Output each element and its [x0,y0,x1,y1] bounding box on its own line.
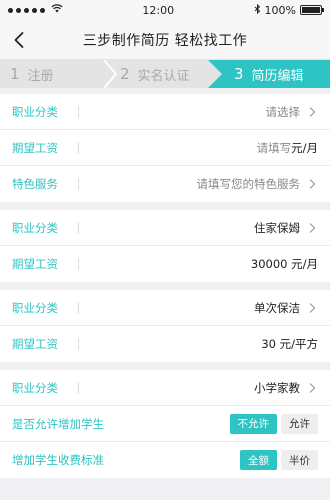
chevron-right-icon [309,222,316,233]
status-time: 12:00 [142,3,175,17]
step-progress: 1 注册 2 实名认证 3 简历编辑 [0,60,330,88]
half-fee-button[interactable]: 半价 [281,450,318,470]
category-value: 单次保洁 [254,300,300,315]
category-row[interactable]: 职业分类 请选择 [0,94,330,130]
row-label: 职业分类 [12,104,58,119]
salary-row[interactable]: 期望工资 请填写元/月 [0,130,330,166]
step-register: 1 注册 [0,60,110,88]
row-label: 增加学生收费标准 [12,453,104,467]
fee-standard-toggle: 全额 半价 [240,450,318,470]
row-label: 职业分类 [12,220,58,235]
job-card: 职业分类 住家保姆 期望工资 30000 元/月 [0,210,330,282]
allow-more-toggle: 不允许 允许 [229,413,318,434]
bluetooth-icon [254,3,261,17]
signal-indicator [8,4,63,16]
step-resume-edit: 3 简历编辑 [208,60,330,88]
category-value: 请选择 [265,104,301,119]
row-label: 职业分类 [12,380,58,395]
category-row[interactable]: 职业分类 小学家教 [0,370,330,406]
row-label: 特色服务 [12,177,58,191]
step-label: 注册 [27,68,54,84]
step-number: 1 [10,65,20,83]
row-label: 期望工资 [12,257,58,271]
job-card: 职业分类 单次保洁 期望工资 30 元/平方 [0,290,330,362]
job-card: 职业分类 请选择 期望工资 请填写元/月 特色服务 请填写您的特色服务 [0,94,330,202]
step-label: 实名认证 [137,68,190,84]
category-row[interactable]: 职业分类 单次保洁 [0,290,330,326]
salary-value[interactable]: 30000 元/月 [87,256,318,272]
wifi-icon [51,4,63,16]
special-service-value: 请填写您的特色服务 [196,177,301,191]
row-label: 职业分类 [12,300,58,315]
salary-row[interactable]: 期望工资 30000 元/月 [0,246,330,282]
chevron-right-icon [309,179,316,189]
page-title: 三步制作简历 轻松找工作 [82,32,248,49]
allow-button[interactable]: 允许 [281,413,318,434]
special-service-row[interactable]: 特色服务 请填写您的特色服务 [0,166,330,202]
battery-icon [300,5,324,15]
chevron-right-icon [309,106,316,117]
job-card: 职业分类 小学家教 是否允许增加学生 不允许 允许 增加学生收费标准 全额 半价 [0,370,330,478]
salary-value[interactable]: 30 元/平方 [87,336,318,352]
step-label: 简历编辑 [251,68,304,84]
row-label: 期望工资 [12,337,58,351]
step-number: 3 [234,65,244,83]
chevron-right-icon [309,382,316,393]
full-fee-button[interactable]: 全额 [240,450,277,470]
back-chevron-icon[interactable] [10,30,30,50]
not-allow-button[interactable]: 不允许 [229,413,277,434]
allow-more-students-row: 是否允许增加学生 不允许 允许 [0,406,330,442]
salary-value[interactable]: 请填写元/月 [87,140,318,156]
extra-student-fee-row: 增加学生收费标准 全额 半价 [0,442,330,478]
row-label: 期望工资 [12,140,58,155]
status-bar: 12:00 100% [0,0,330,20]
battery-percent: 100% [264,3,296,17]
salary-unit: 元/月 [291,140,318,155]
category-value: 住家保姆 [254,220,300,235]
step-number: 2 [120,65,130,83]
chevron-right-icon [309,302,316,313]
category-row[interactable]: 职业分类 住家保姆 [0,210,330,246]
nav-bar: 三步制作简历 轻松找工作 [0,20,330,60]
category-value: 小学家教 [254,380,300,395]
step-verify: 2 实名认证 [110,60,208,88]
salary-placeholder: 请填写 [256,140,292,155]
salary-row[interactable]: 期望工资 30 元/平方 [0,326,330,362]
row-label: 是否允许增加学生 [12,416,104,431]
